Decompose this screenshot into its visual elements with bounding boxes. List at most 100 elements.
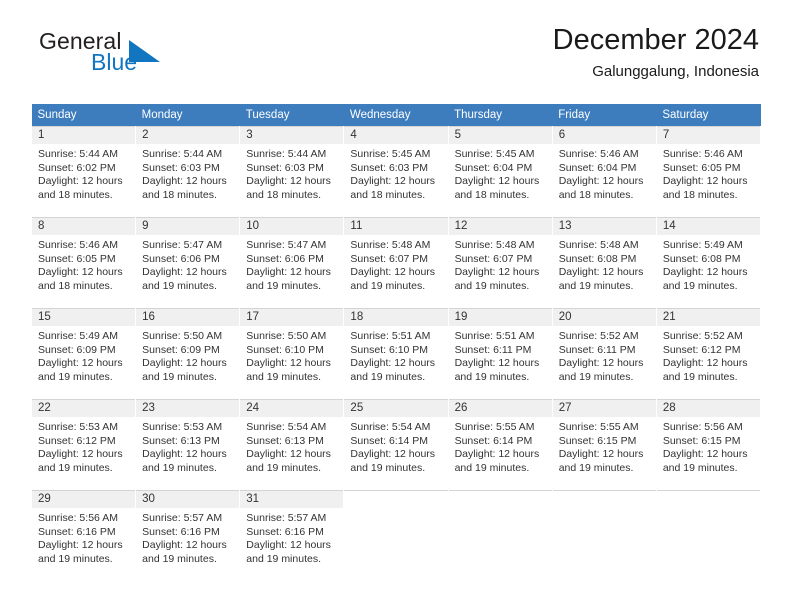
calendar-day-cell[interactable]: 30 Sunrise: 5:57 AM Sunset: 6:16 PM Dayligh… xyxy=(135,490,241,581)
day-detail-line: Sunrise: 5:47 AM xyxy=(142,239,223,251)
day-detail-line: Daylight: 12 hours xyxy=(246,357,331,369)
day-detail-line: and 19 minutes. xyxy=(142,461,217,474)
day-detail-line: Daylight: 12 hours xyxy=(246,448,331,460)
day-number: 19 xyxy=(448,309,552,326)
day-detail-list: Sunrise: 5:50 AM Sunset: 6:10 PM Daylight:… xyxy=(240,326,343,384)
day-detail-line: and 19 minutes. xyxy=(662,279,738,292)
day-detail-line: Sunrise: 5:50 AM xyxy=(142,330,223,342)
day-detail-line: and 19 minutes. xyxy=(558,461,634,474)
day-detail-line: Sunset: 6:08 PM xyxy=(662,252,741,265)
day-detail-line: Daylight: 12 hours xyxy=(246,175,331,187)
day-detail-line: Daylight: 12 hours xyxy=(662,357,748,369)
day-cell-inner: 15 Sunrise: 5:49 AM Sunset: 6:09 PM Dayligh… xyxy=(32,309,136,399)
day-number: 27 xyxy=(552,400,656,417)
day-number: 31 xyxy=(240,491,344,508)
day-cell-inner: 29 Sunrise: 5:56 AM Sunset: 6:16 PM Dayligh… xyxy=(32,491,136,581)
calendar-day-cell[interactable]: 22 Sunrise: 5:53 AM Sunset: 6:12 PM Dayligh… xyxy=(30,399,137,491)
day-detail-line: and 19 minutes. xyxy=(246,461,321,474)
day-detail-list: Sunrise: 5:46 AM Sunset: 6:05 PM Daylight:… xyxy=(32,235,135,293)
day-detail-line: and 19 minutes. xyxy=(662,370,738,383)
day-number: 14 xyxy=(656,218,760,235)
calendar-day-cell[interactable]: 31 Sunrise: 5:57 AM Sunset: 6:16 PM Dayligh… xyxy=(239,490,345,581)
weekday-header-saturday: Saturday xyxy=(656,104,761,127)
calendar-day-cell[interactable]: 2 Sunrise: 5:44 AM Sunset: 6:03 PM Daylight… xyxy=(135,126,241,218)
calendar-day-cell[interactable]: 3 Sunrise: 5:44 AM Sunset: 6:03 PM Daylight… xyxy=(239,126,345,218)
calendar-day-cell[interactable]: 8 Sunrise: 5:46 AM Sunset: 6:05 PM Daylight… xyxy=(30,217,137,309)
day-number: 20 xyxy=(552,309,656,326)
calendar-day-cell[interactable]: 10 Sunrise: 5:47 AM Sunset: 6:06 PM Dayligh… xyxy=(239,217,345,309)
calendar-day-cell[interactable]: 17 Sunrise: 5:50 AM Sunset: 6:10 PM Dayligh… xyxy=(239,308,345,400)
calendar-day-cell[interactable]: 26 Sunrise: 5:55 AM Sunset: 6:14 PM Dayligh… xyxy=(447,399,553,491)
day-detail-line: Daylight: 12 hours xyxy=(246,266,331,278)
day-detail-line: Sunset: 6:12 PM xyxy=(662,343,741,356)
day-cell-inner: 7 Sunrise: 5:46 AM Sunset: 6:05 PM Daylight… xyxy=(656,127,760,217)
calendar-day-cell[interactable]: 12 Sunrise: 5:48 AM Sunset: 6:07 PM Dayligh… xyxy=(447,217,553,309)
day-detail-list: Sunrise: 5:56 AM Sunset: 6:15 PM Daylight:… xyxy=(657,417,760,475)
day-detail-line: Sunset: 6:06 PM xyxy=(246,252,324,265)
brand-logo[interactable]: General Blue xyxy=(31,26,251,86)
day-detail-line: Sunrise: 5:54 AM xyxy=(246,421,327,433)
day-detail-line: Sunset: 6:16 PM xyxy=(142,525,220,538)
day-detail-line: and 19 minutes. xyxy=(454,370,530,383)
day-detail-line: Sunrise: 5:51 AM xyxy=(454,330,535,342)
day-detail-line: and 19 minutes. xyxy=(350,279,426,292)
day-detail-line: Daylight: 12 hours xyxy=(558,357,644,369)
day-number: 3 xyxy=(240,127,344,144)
calendar-day-cell[interactable]: 21 Sunrise: 5:52 AM Sunset: 6:12 PM Dayligh… xyxy=(655,308,762,400)
calendar-day-cell[interactable]: 6 Sunrise: 5:46 AM Sunset: 6:04 PM Daylight… xyxy=(551,126,657,218)
day-detail-line: Sunset: 6:05 PM xyxy=(662,161,741,174)
triangle-logo-icon xyxy=(129,40,160,62)
day-detail-line: Daylight: 12 hours xyxy=(350,357,436,369)
day-number: 23 xyxy=(136,400,240,417)
calendar-day-cell[interactable]: 1 Sunrise: 5:44 AM Sunset: 6:02 PM Daylight… xyxy=(30,126,137,218)
day-detail-line: Sunrise: 5:57 AM xyxy=(142,512,223,524)
day-detail-list: Sunrise: 5:49 AM Sunset: 6:09 PM Daylight:… xyxy=(32,326,135,384)
calendar-day-cell[interactable]: 13 Sunrise: 5:48 AM Sunset: 6:08 PM Dayligh… xyxy=(551,217,657,309)
calendar-day-cell[interactable]: 24 Sunrise: 5:54 AM Sunset: 6:13 PM Dayligh… xyxy=(239,399,345,491)
day-detail-line: and 19 minutes. xyxy=(142,370,217,383)
calendar-day-cell[interactable]: 4 Sunrise: 5:45 AM Sunset: 6:03 PM Daylight… xyxy=(343,126,449,218)
day-cell-inner: 8 Sunrise: 5:46 AM Sunset: 6:05 PM Daylight… xyxy=(32,218,136,308)
day-detail-line: Daylight: 12 hours xyxy=(38,175,123,187)
day-number: 16 xyxy=(136,309,240,326)
day-detail-line: and 19 minutes. xyxy=(558,370,634,383)
day-detail-line: Daylight: 12 hours xyxy=(142,357,227,369)
day-detail-list: Sunrise: 5:44 AM Sunset: 6:03 PM Daylight:… xyxy=(240,144,343,202)
day-cell-inner: 26 Sunrise: 5:55 AM Sunset: 6:14 PM Dayligh… xyxy=(448,400,552,490)
day-detail-list: Sunrise: 5:50 AM Sunset: 6:09 PM Daylight:… xyxy=(136,326,239,384)
calendar-day-cell[interactable]: 9 Sunrise: 5:47 AM Sunset: 6:06 PM Daylight… xyxy=(135,217,241,309)
calendar-day-cell[interactable]: 16 Sunrise: 5:50 AM Sunset: 6:09 PM Dayligh… xyxy=(135,308,241,400)
day-detail-line: Daylight: 12 hours xyxy=(246,539,331,551)
day-detail-list: Sunrise: 5:55 AM Sunset: 6:14 PM Daylight:… xyxy=(449,417,552,475)
day-cell-inner: 5 Sunrise: 5:45 AM Sunset: 6:04 PM Daylight… xyxy=(448,127,552,217)
day-cell-inner: 9 Sunrise: 5:47 AM Sunset: 6:06 PM Daylight… xyxy=(136,218,240,308)
day-detail-line: Sunrise: 5:51 AM xyxy=(350,330,431,342)
calendar-day-cell[interactable]: 27 Sunrise: 5:55 AM Sunset: 6:15 PM Dayligh… xyxy=(551,399,657,491)
weekday-header-sunday: Sunday xyxy=(31,104,136,127)
calendar-day-cell[interactable]: 19 Sunrise: 5:51 AM Sunset: 6:11 PM Dayligh… xyxy=(447,308,553,400)
calendar-day-cell[interactable]: 14 Sunrise: 5:49 AM Sunset: 6:08 PM Dayligh… xyxy=(655,217,762,309)
day-cell-inner xyxy=(552,491,656,581)
calendar-day-cell[interactable]: 18 Sunrise: 5:51 AM Sunset: 6:10 PM Dayligh… xyxy=(343,308,449,400)
day-number: 2 xyxy=(136,127,240,144)
calendar-day-cell[interactable]: 11 Sunrise: 5:48 AM Sunset: 6:07 PM Dayligh… xyxy=(343,217,449,309)
calendar-day-cell[interactable]: 23 Sunrise: 5:53 AM Sunset: 6:13 PM Dayligh… xyxy=(135,399,241,491)
calendar-day-cell[interactable]: 28 Sunrise: 5:56 AM Sunset: 6:15 PM Dayligh… xyxy=(655,399,762,491)
day-detail-line: Sunset: 6:14 PM xyxy=(350,434,429,447)
calendar-day-cell[interactable]: 25 Sunrise: 5:54 AM Sunset: 6:14 PM Dayligh… xyxy=(343,399,449,491)
day-detail-line: Sunset: 6:05 PM xyxy=(38,252,116,265)
calendar-day-cell[interactable]: 20 Sunrise: 5:52 AM Sunset: 6:11 PM Dayligh… xyxy=(551,308,657,400)
day-detail-line: Sunrise: 5:46 AM xyxy=(38,239,118,251)
calendar-day-cell[interactable]: 15 Sunrise: 5:49 AM Sunset: 6:09 PM Dayligh… xyxy=(30,308,137,400)
day-cell-inner xyxy=(656,491,760,581)
day-detail-line: and 19 minutes. xyxy=(246,552,321,565)
day-detail-line: Sunrise: 5:56 AM xyxy=(662,421,743,433)
day-detail-line: Sunset: 6:08 PM xyxy=(558,252,637,265)
day-detail-line: Daylight: 12 hours xyxy=(558,175,644,187)
calendar-day-cell[interactable]: 7 Sunrise: 5:46 AM Sunset: 6:05 PM Daylight… xyxy=(655,126,762,218)
calendar-day-cell[interactable]: 29 Sunrise: 5:56 AM Sunset: 6:16 PM Dayligh… xyxy=(30,490,137,581)
day-detail-line: Sunrise: 5:48 AM xyxy=(350,239,431,251)
day-detail-line: Sunset: 6:13 PM xyxy=(246,434,324,447)
calendar-day-cell[interactable]: 5 Sunrise: 5:45 AM Sunset: 6:04 PM Daylight… xyxy=(447,126,553,218)
page-title: December 2024 xyxy=(552,24,759,56)
